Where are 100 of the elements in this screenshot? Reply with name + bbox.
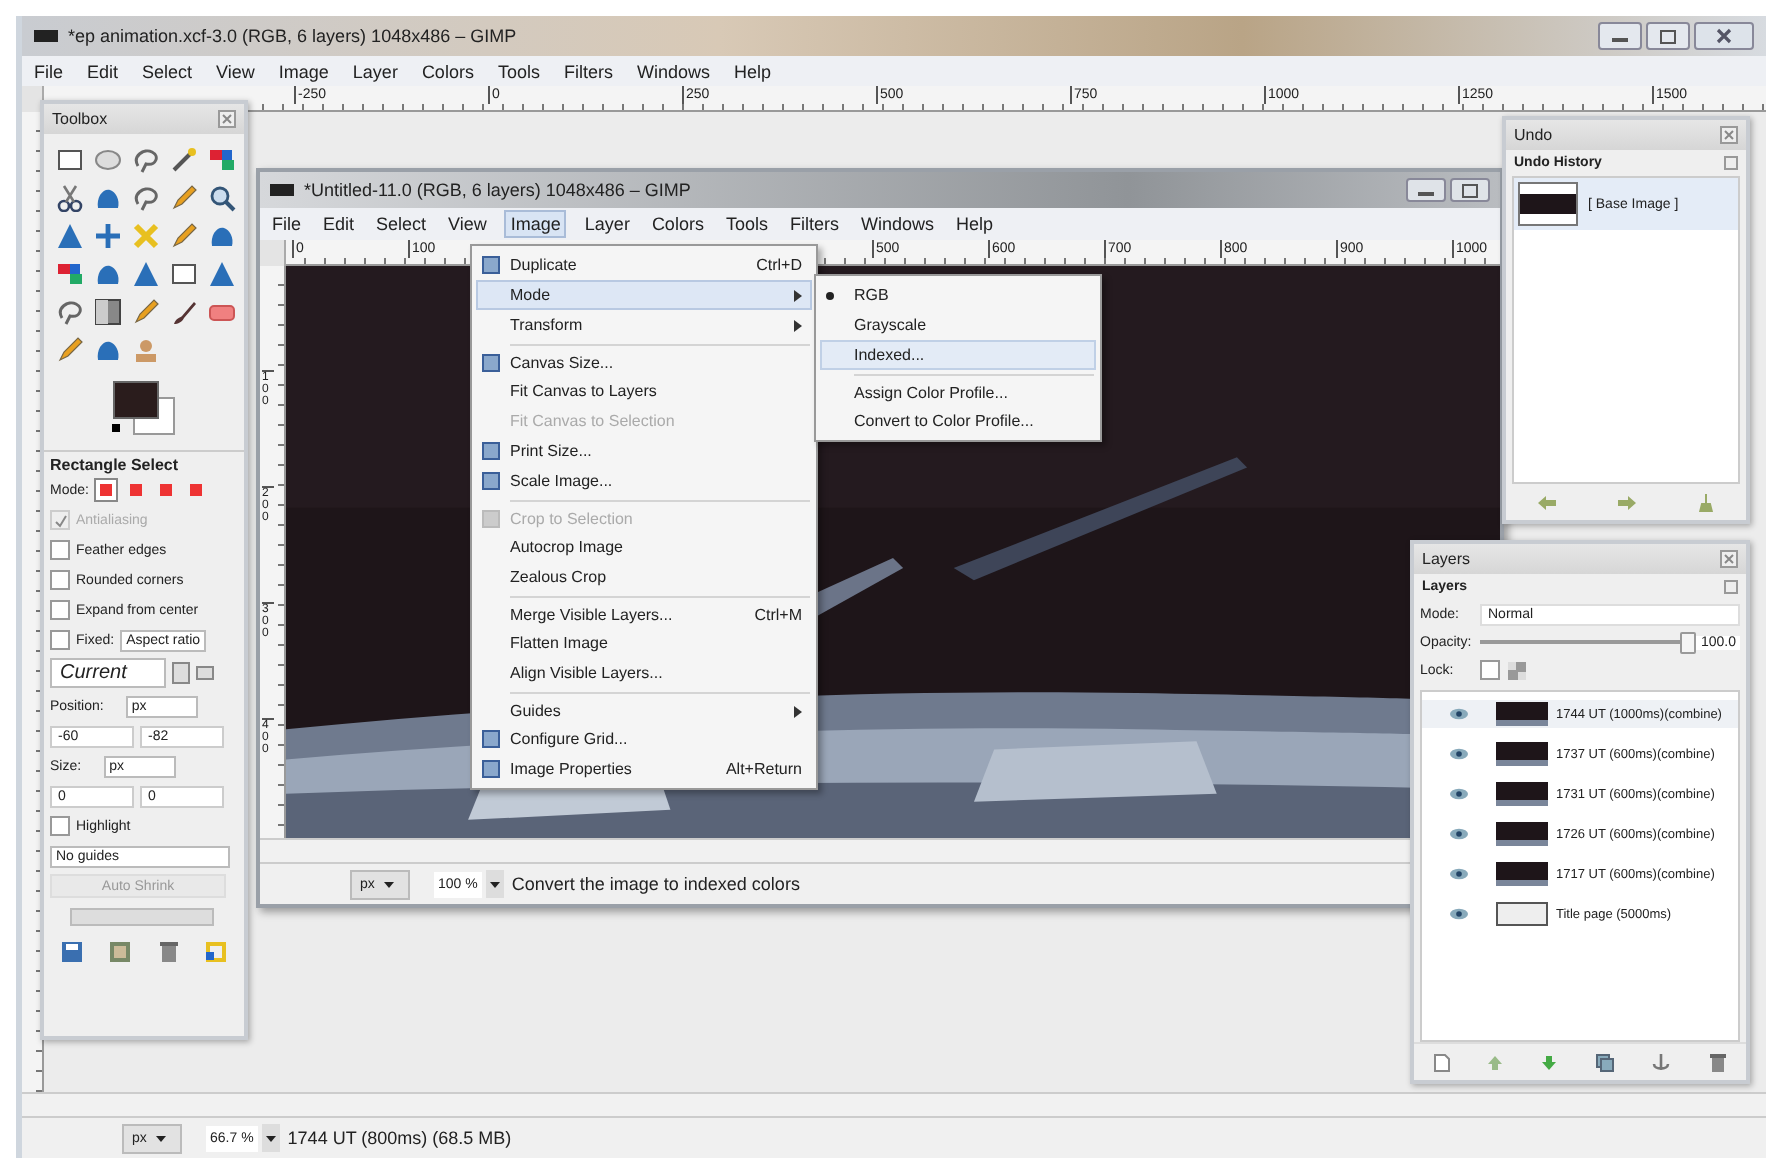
- circle-icon[interactable]: [94, 146, 122, 174]
- menu-item[interactable]: View: [212, 59, 259, 83]
- eye-icon[interactable]: [1449, 748, 1467, 760]
- menu-entry[interactable]: RGB: [820, 280, 1096, 310]
- tab-menu-icon[interactable]: [1724, 156, 1738, 170]
- landscape-icon[interactable]: [196, 662, 214, 684]
- menu-entry[interactable]: Scale Image...: [476, 466, 812, 496]
- maximize-button[interactable]: [1450, 178, 1490, 202]
- pencil-icon[interactable]: [56, 336, 84, 364]
- menu-item[interactable]: Colors: [417, 59, 478, 83]
- menu-item[interactable]: Image: [274, 59, 333, 83]
- reset-icon[interactable]: [206, 942, 227, 962]
- triangle-icon[interactable]: [208, 260, 236, 288]
- menu-entry[interactable]: Fit Canvas to Layers: [476, 376, 812, 406]
- menu-item[interactable]: Tools: [493, 59, 544, 83]
- close-icon[interactable]: [1720, 126, 1738, 144]
- menu-item[interactable]: Windows: [856, 212, 938, 236]
- menu-entry[interactable]: Flatten Image: [476, 628, 812, 658]
- menu-item[interactable]: Filters: [559, 59, 617, 83]
- blob-icon[interactable]: [94, 336, 122, 364]
- pencil-icon[interactable]: [170, 222, 198, 250]
- menu-entry[interactable]: Duplicate Ctrl+D: [476, 250, 812, 280]
- pencil-icon[interactable]: [170, 184, 198, 212]
- triangle-icon[interactable]: [56, 222, 84, 250]
- mode-icon[interactable]: [94, 478, 119, 502]
- menu-item[interactable]: Help: [951, 212, 997, 236]
- menu-entry[interactable]: Canvas Size...: [476, 340, 812, 376]
- tab-menu-icon[interactable]: [1724, 580, 1738, 594]
- menu-item[interactable]: Windows: [632, 59, 714, 83]
- close-icon[interactable]: [1720, 550, 1738, 568]
- menu-entry[interactable]: Grayscale: [820, 310, 1096, 340]
- menu-item[interactable]: Help: [729, 59, 775, 83]
- menu-item[interactable]: Edit: [319, 212, 359, 236]
- minimize-button[interactable]: [1406, 178, 1446, 202]
- menu-item[interactable]: Edit: [83, 59, 123, 83]
- blob-icon[interactable]: [94, 260, 122, 288]
- portrait-icon[interactable]: [172, 662, 190, 684]
- down-arrow-icon[interactable]: [1542, 1055, 1557, 1069]
- eye-icon[interactable]: [1449, 908, 1467, 920]
- blob-icon[interactable]: [94, 184, 122, 212]
- menu-item[interactable]: Image: [504, 210, 567, 238]
- pencil-icon[interactable]: [132, 298, 160, 326]
- magnifier-icon[interactable]: [208, 184, 236, 212]
- menu-item[interactable]: Select: [372, 212, 431, 236]
- eye-icon[interactable]: [1449, 788, 1467, 800]
- menu-entry[interactable]: Zealous Crop: [476, 562, 812, 592]
- square-icon[interactable]: [170, 260, 198, 288]
- menu-entry[interactable]: Align Visible Layers...: [476, 658, 812, 688]
- brush-icon[interactable]: [170, 298, 198, 326]
- maximize-button[interactable]: [1646, 22, 1690, 50]
- anchor-icon[interactable]: [1652, 1053, 1671, 1071]
- triangle-icon[interactable]: [132, 260, 160, 288]
- blob-icon[interactable]: [208, 222, 236, 250]
- trash-icon[interactable]: [1710, 1053, 1727, 1071]
- gradient-icon[interactable]: [94, 298, 122, 326]
- eye-icon[interactable]: [1449, 708, 1467, 720]
- menu-entry[interactable]: Image Properties Alt+Return: [476, 754, 812, 784]
- slider-thumb[interactable]: [1680, 632, 1697, 654]
- minimize-button[interactable]: [1598, 22, 1642, 50]
- menu-entry[interactable]: Print Size...: [476, 436, 812, 466]
- color-swatches-icon[interactable]: [110, 378, 178, 438]
- menu-entry[interactable]: Configure Grid...: [476, 724, 812, 754]
- menu-item[interactable]: Filters: [785, 212, 843, 236]
- menu-entry[interactable]: Mode: [476, 280, 812, 310]
- eye-icon[interactable]: [1449, 828, 1467, 840]
- loop-icon[interactable]: [56, 298, 84, 326]
- menu-entry[interactable]: Autocrop Image: [476, 532, 812, 562]
- ratio-field[interactable]: Current: [50, 658, 166, 688]
- loop-icon[interactable]: [132, 184, 160, 212]
- save-icon[interactable]: [61, 942, 82, 962]
- duplicate-icon[interactable]: [1595, 1053, 1614, 1071]
- menu-item[interactable]: Layer: [580, 212, 634, 236]
- menu-item[interactable]: Tools: [721, 212, 772, 236]
- checkbox[interactable]: [50, 540, 70, 560]
- menu-entry[interactable]: Indexed...: [820, 340, 1096, 370]
- scissors-icon[interactable]: [56, 184, 84, 212]
- menu-item[interactable]: View: [444, 212, 491, 236]
- horizontal-scrollbar[interactable]: [70, 907, 214, 925]
- loop-icon[interactable]: [132, 146, 160, 174]
- menu-item[interactable]: File: [30, 59, 68, 83]
- move-icon[interactable]: [94, 222, 122, 250]
- checkbox[interactable]: [50, 630, 70, 650]
- checkbox[interactable]: [1480, 660, 1500, 680]
- wand-icon[interactable]: [170, 146, 198, 174]
- menu-entry[interactable]: Convert to Color Profile...: [820, 406, 1096, 436]
- menu-item[interactable]: Select: [138, 59, 197, 83]
- menu-item[interactable]: File: [268, 212, 306, 236]
- new-page-icon[interactable]: [1433, 1053, 1450, 1071]
- menu-entry[interactable]: Transform: [476, 310, 812, 340]
- menu-item[interactable]: Colors: [647, 212, 708, 236]
- checkbox[interactable]: [50, 816, 70, 836]
- square-icon[interactable]: [56, 146, 84, 174]
- trash-icon[interactable]: [159, 942, 178, 962]
- checkbox[interactable]: [50, 600, 70, 620]
- menu-item[interactable]: Layer: [348, 59, 402, 83]
- blocks-icon[interactable]: [56, 260, 84, 288]
- checkbox[interactable]: [50, 570, 70, 590]
- eye-icon[interactable]: [1449, 868, 1467, 880]
- close-button[interactable]: [1694, 22, 1754, 50]
- blocks-icon[interactable]: [208, 146, 236, 174]
